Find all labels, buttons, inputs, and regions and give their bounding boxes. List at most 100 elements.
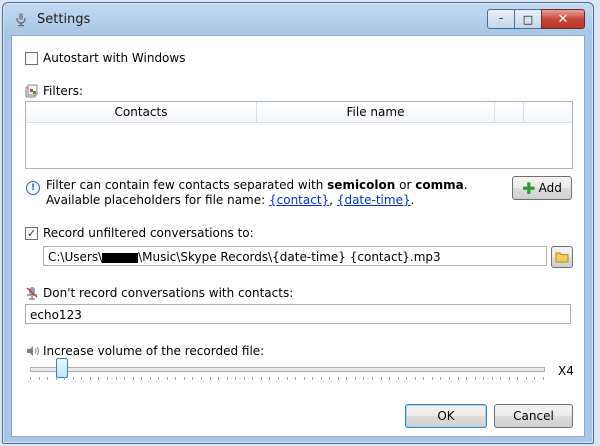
slider-tick [346,377,347,380]
maximize-button[interactable]: □ [514,9,542,29]
settings-panel: Autostart with Windows Filters: Contacts… [11,35,585,437]
filter-icon [25,84,38,98]
slider-tick [244,377,245,380]
autostart-checkbox[interactable] [25,52,38,65]
filters-table[interactable]: Contacts File name [25,101,573,169]
slider-tick [81,377,82,380]
slider-tick [73,377,74,380]
slider-tick [517,377,518,380]
redacted-username [102,252,139,263]
slider-tick [500,377,501,380]
volume-label: Increase volume of the recorded file: [43,344,265,358]
speaker-icon [27,346,39,356]
slider-tick [227,377,228,380]
slider-tick [124,377,125,380]
record-path-input[interactable]: C:\Users\ \Music\Skype Records\{date-time… [43,246,547,266]
slider-tick [235,377,236,380]
slider-tick [56,377,57,380]
hint-comma: comma [415,178,464,192]
slider-tick [39,377,40,380]
hint-text: Filter can contain few contacts separate… [46,178,468,208]
dont-record-label: Don't record conversations with contacts… [43,286,294,300]
slider-tick [534,377,535,380]
cancel-button[interactable]: Cancel [494,404,573,428]
placeholder-date-time-link[interactable]: {date-time} [337,193,411,207]
hint-end: . [410,193,415,207]
volume-slider-thumb[interactable] [56,358,68,378]
browse-folder-button[interactable] [551,246,573,268]
slider-tick [432,377,433,380]
close-icon: ✕ [557,11,569,27]
hint-text-1: Filter can contain few contacts separate… [46,178,328,192]
slider-tick [415,377,416,380]
slider-tick [458,377,459,380]
slider-tick [295,377,296,380]
slider-tick [363,377,364,380]
window-title: Settings [37,12,91,27]
slider-tick [116,377,117,380]
record-unfiltered-checkbox[interactable]: ✓ [25,227,38,240]
column-contacts[interactable]: Contacts [26,102,257,122]
slider-tick [355,377,356,380]
slider-tick [406,377,407,380]
hint-text-2: or [395,178,416,192]
minimize-icon: – [498,13,504,24]
slider-tick [398,377,399,380]
slider-tick [449,377,450,380]
slider-tick [175,377,176,380]
autostart-label[interactable]: Autostart with Windows [43,51,185,65]
settings-window: Settings – □ ✕ Autostart with Windows Fi… [2,2,594,444]
title-bar[interactable]: Settings – □ ✕ [3,3,593,35]
slider-tick [167,377,168,380]
slider-tick [423,377,424,380]
slider-tick [440,377,441,380]
slider-tick [210,377,211,380]
slider-tick [372,377,373,380]
slider-tick [269,377,270,380]
filters-label: Filters: [43,84,84,98]
plus-icon: ✚ [522,178,536,198]
slider-tick [381,377,382,380]
volume-slider-track[interactable] [30,367,545,372]
column-blank [495,102,524,122]
hint-separator: , [329,193,337,207]
slider-tick [184,377,185,380]
slider-tick [30,377,31,380]
add-button-label: Add [538,181,562,195]
column-file-name[interactable]: File name [257,102,495,122]
slider-tick [483,377,484,380]
slider-tick [543,377,544,380]
maximize-icon: □ [522,12,534,26]
app-icon [16,13,26,27]
slider-tick [278,377,279,380]
ok-button[interactable]: OK [405,404,487,428]
slider-tick [133,377,134,380]
slider-tick [218,377,219,380]
slider-tick [304,377,305,380]
slider-tick [492,377,493,380]
volume-slider-ticks [30,377,545,381]
slider-tick [98,377,99,380]
slider-tick [252,377,253,380]
add-button[interactable]: ✚ Add [512,176,572,200]
slider-tick [201,377,202,380]
folder-icon [555,252,569,263]
slider-tick [47,377,48,380]
path-suffix: \Music\Skype Records\{date-time} {contac… [138,250,441,264]
slider-tick [312,377,313,380]
minimize-button[interactable]: – [487,9,515,29]
slider-tick [338,377,339,380]
hint-placeholders-text: Available placeholders for file name: [46,193,269,207]
slider-tick [389,377,390,380]
record-unfiltered-label[interactable]: Record unfiltered conversations to: [43,226,254,240]
slider-tick [192,377,193,380]
slider-tick [141,377,142,380]
close-button[interactable]: ✕ [541,9,585,29]
slider-tick [509,377,510,380]
slider-tick [321,377,322,380]
path-prefix: C:\Users\ [48,250,103,264]
slider-tick [107,377,108,380]
excluded-contacts-input[interactable]: echo123 [25,304,571,324]
placeholder-contact-link[interactable]: {contact} [269,193,329,207]
slider-tick [526,377,527,380]
